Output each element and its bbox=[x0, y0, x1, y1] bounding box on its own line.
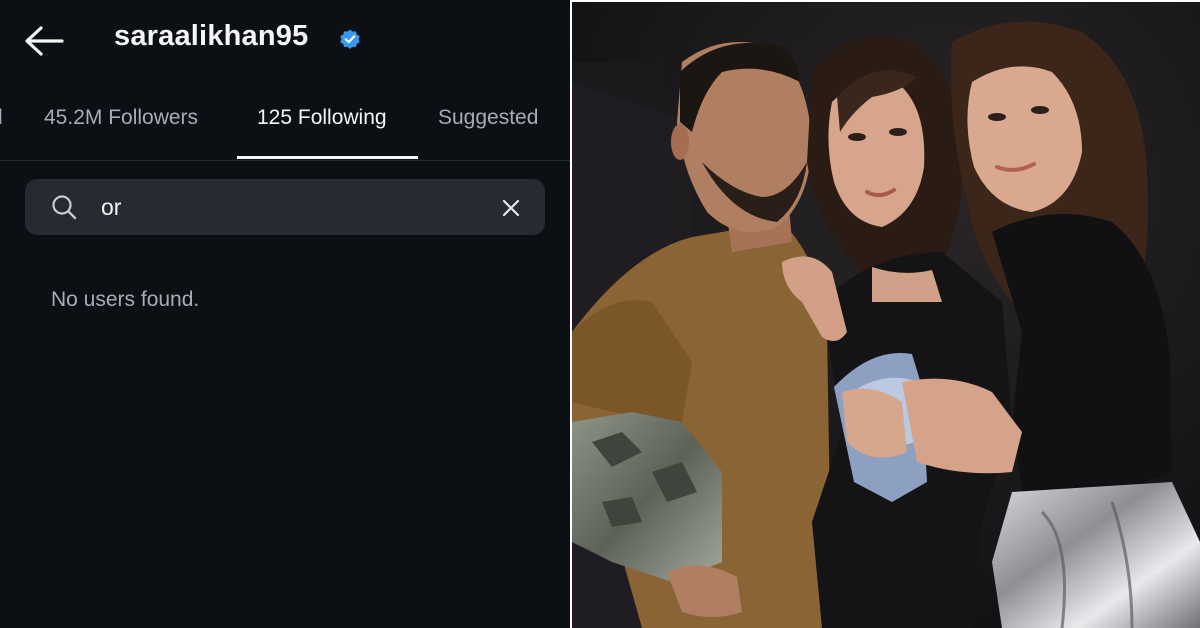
search-icon bbox=[52, 195, 77, 220]
verified-badge-icon bbox=[340, 29, 360, 49]
back-button[interactable] bbox=[22, 24, 66, 58]
close-icon bbox=[502, 199, 520, 217]
active-tab-indicator bbox=[237, 156, 418, 159]
tab-suggested[interactable]: Suggested bbox=[438, 106, 538, 130]
tab-partial[interactable]: l bbox=[0, 106, 3, 130]
profile-header: saraalikhan95 bbox=[0, 0, 570, 84]
tab-followers[interactable]: 45.2M Followers bbox=[44, 106, 198, 130]
clear-search-button[interactable] bbox=[498, 195, 524, 221]
arrow-left-icon bbox=[25, 26, 64, 56]
follow-tabs: l 45.2M Followers 125 Following Suggeste… bbox=[0, 84, 570, 161]
photo bbox=[572, 2, 1200, 628]
search-bar[interactable] bbox=[25, 179, 545, 235]
following-list-screen: saraalikhan95 l 45.2M Followers 125 Foll… bbox=[0, 0, 570, 628]
no-results-message: No users found. bbox=[51, 288, 200, 311]
search-input[interactable] bbox=[101, 189, 481, 225]
group-photo-illustration bbox=[572, 2, 1200, 628]
tab-following[interactable]: 125 Following bbox=[257, 106, 387, 130]
profile-username: saraalikhan95 bbox=[114, 20, 309, 52]
